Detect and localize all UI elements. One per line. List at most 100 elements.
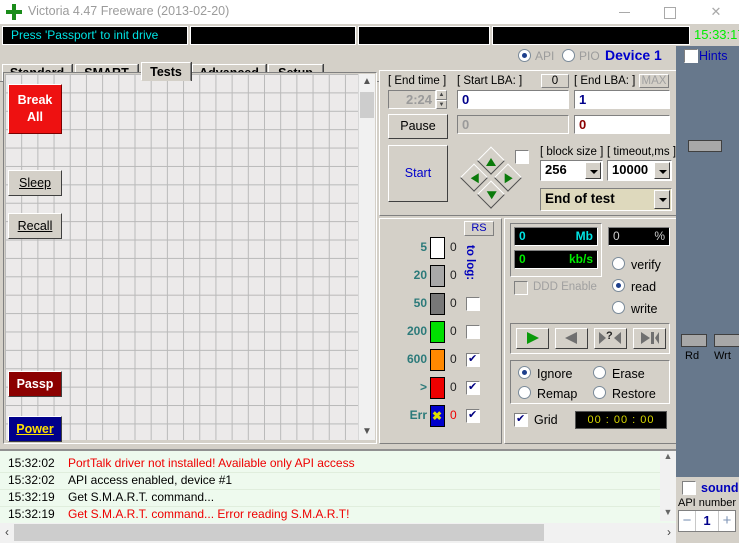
log-hscroll-thumb[interactable] — [14, 524, 544, 541]
start-lba-zero-button[interactable]: 0 — [541, 74, 569, 88]
read-mode-radio[interactable] — [612, 279, 625, 292]
pause-button[interactable]: Pause — [388, 114, 448, 139]
break-all-button[interactable]: Break All — [8, 84, 62, 134]
stat-log-checkbox[interactable] — [466, 352, 480, 367]
end-lba-field[interactable]: 1 — [574, 90, 670, 109]
stat-label: 5 — [420, 240, 427, 254]
verify-mode-label: verify — [631, 258, 661, 272]
log-message: API access enabled, device #1 — [68, 473, 233, 487]
kbs-value: 0 — [519, 252, 526, 266]
log-time: 15:32:19 — [8, 490, 55, 504]
log-message: Get S.M.A.R.T. command... Error reading … — [68, 507, 350, 521]
minimize-button[interactable] — [601, 0, 647, 24]
verify-mode-radio[interactable] — [612, 257, 625, 270]
recall-label: Recall — [17, 219, 53, 233]
api-number-decrement[interactable]: − — [679, 511, 696, 531]
restore-action-radio[interactable] — [593, 386, 606, 399]
play-button[interactable] — [516, 328, 549, 349]
hints-checkbox[interactable] — [684, 49, 698, 63]
read-mode-label: read — [631, 280, 657, 294]
ignore-action-radio[interactable] — [518, 366, 531, 379]
log-scroll-left-icon[interactable]: ‹ — [0, 523, 14, 542]
log-horizontal-scrollbar[interactable]: ‹ › — [0, 523, 676, 543]
stat-value: 0 — [450, 408, 457, 422]
chevron-down-icon[interactable] — [654, 190, 670, 209]
scroll-thumb[interactable] — [360, 92, 374, 118]
mb-value: 0 — [519, 229, 526, 243]
ddd-enable-checkbox — [514, 281, 528, 295]
stat-log-checkbox[interactable] — [466, 297, 480, 311]
log-vertical-scrollbar[interactable]: ▲ ▼ — [660, 451, 676, 521]
power-button[interactable]: Power — [8, 416, 62, 442]
ddd-enable-label: DDD Enable — [533, 281, 597, 293]
close-button[interactable]: ✕ — [693, 0, 739, 24]
status-box-message: Press 'Passport' to init drive — [2, 26, 188, 45]
sleep-button[interactable]: Sleep — [8, 170, 62, 196]
api-number-stepper[interactable]: − 1 + — [678, 510, 736, 532]
sound-checkbox[interactable] — [682, 481, 696, 495]
chevron-down-icon[interactable] — [654, 162, 670, 179]
stat-label: Err — [409, 408, 427, 422]
stat-log-checkbox[interactable] — [466, 408, 480, 423]
end-time-spin-down[interactable]: ▼ — [436, 100, 447, 109]
recall-button[interactable]: Recall — [8, 213, 62, 239]
grid-vertical-scrollbar[interactable]: ▲ ▼ — [358, 74, 375, 440]
speed-mode-panel: 0 Mb 0 kb/s 0 % DDD Enable verify read w… — [504, 218, 677, 444]
rewind-button[interactable] — [555, 328, 588, 349]
grid-label: Grid — [534, 413, 558, 427]
log-scroll-right-icon[interactable]: › — [662, 523, 676, 542]
end-time-label: [ End time ] — [388, 75, 447, 87]
window-title: Victoria 4.47 Freeware (2013-02-20) — [28, 4, 230, 18]
clock-display: 15:33:17 — [694, 27, 739, 42]
tab-tests[interactable]: Tests — [141, 62, 191, 81]
end-time-field[interactable]: 2:24 — [388, 90, 436, 109]
end-lba-max-button[interactable]: MAX — [639, 74, 669, 88]
scroll-up-icon[interactable]: ▲ — [359, 74, 375, 90]
skip-button[interactable] — [633, 328, 666, 349]
stat-color-swatch — [430, 377, 445, 399]
dpad-option-checkbox[interactable] — [515, 150, 529, 164]
log-time: 15:32:02 — [8, 473, 55, 487]
timeout-combo[interactable]: 10000 — [607, 160, 672, 181]
write-mode-radio[interactable] — [612, 301, 625, 314]
api-number-increment[interactable]: + — [718, 511, 735, 531]
end-lba-secondary-field[interactable]: 0 — [574, 115, 670, 134]
log-row: 15:32:02 API access enabled, device #1 — [0, 472, 660, 490]
log-row: 15:32:19 Get S.M.A.R.T. command... — [0, 489, 660, 507]
log-scroll-up-icon[interactable]: ▲ — [660, 451, 676, 465]
scroll-down-icon[interactable]: ▼ — [359, 424, 375, 440]
block-stats-panel: RS to log: 5 0 20 0 50 0 200 0 600 0 ✔ >… — [379, 218, 502, 444]
chevron-down-icon[interactable] — [585, 162, 601, 179]
victoria-app-window: Victoria 4.47 Freeware (2013-02-20) ✕ Pr… — [0, 0, 739, 543]
stat-label: 600 — [406, 352, 427, 366]
maximize-button[interactable] — [647, 0, 693, 24]
status-message: Press 'Passport' to init drive — [11, 28, 159, 42]
api-number-label: API number — [678, 497, 737, 509]
erase-action-radio[interactable] — [593, 366, 606, 379]
status-box-4 — [492, 26, 690, 45]
api-mode-radio[interactable] — [518, 49, 531, 62]
rs-button[interactable]: RS — [464, 221, 494, 236]
kbs-readout: 0 kb/s — [514, 250, 598, 269]
erase-action-label: Erase — [612, 367, 645, 381]
scan-button[interactable]: ? — [594, 328, 627, 349]
stat-log-checkbox[interactable] — [466, 325, 480, 339]
remap-action-label: Remap — [537, 387, 578, 401]
grid-checkbox[interactable] — [514, 412, 528, 427]
end-time-spin-up[interactable]: ▲ — [436, 90, 447, 100]
start-button[interactable]: Start — [388, 145, 448, 202]
end-action-combo[interactable]: End of test — [540, 188, 672, 211]
pio-mode-radio[interactable] — [562, 49, 575, 62]
remap-action-radio[interactable] — [518, 386, 531, 399]
mb-unit: Mb — [575, 229, 593, 243]
stat-value: 0 — [450, 324, 457, 338]
kbs-unit: kb/s — [568, 252, 593, 266]
stat-log-checkbox[interactable] — [466, 380, 480, 395]
log-scroll-down-icon[interactable]: ▼ — [660, 507, 676, 521]
percent-value: 0 — [613, 229, 620, 243]
stat-row-20: 20 0 — [380, 263, 501, 289]
block-size-combo[interactable]: 256 — [540, 160, 603, 181]
passport-button[interactable]: Passp — [8, 371, 62, 397]
start-lba-field[interactable]: 0 — [457, 90, 569, 109]
stat-value: 0 — [450, 380, 457, 394]
